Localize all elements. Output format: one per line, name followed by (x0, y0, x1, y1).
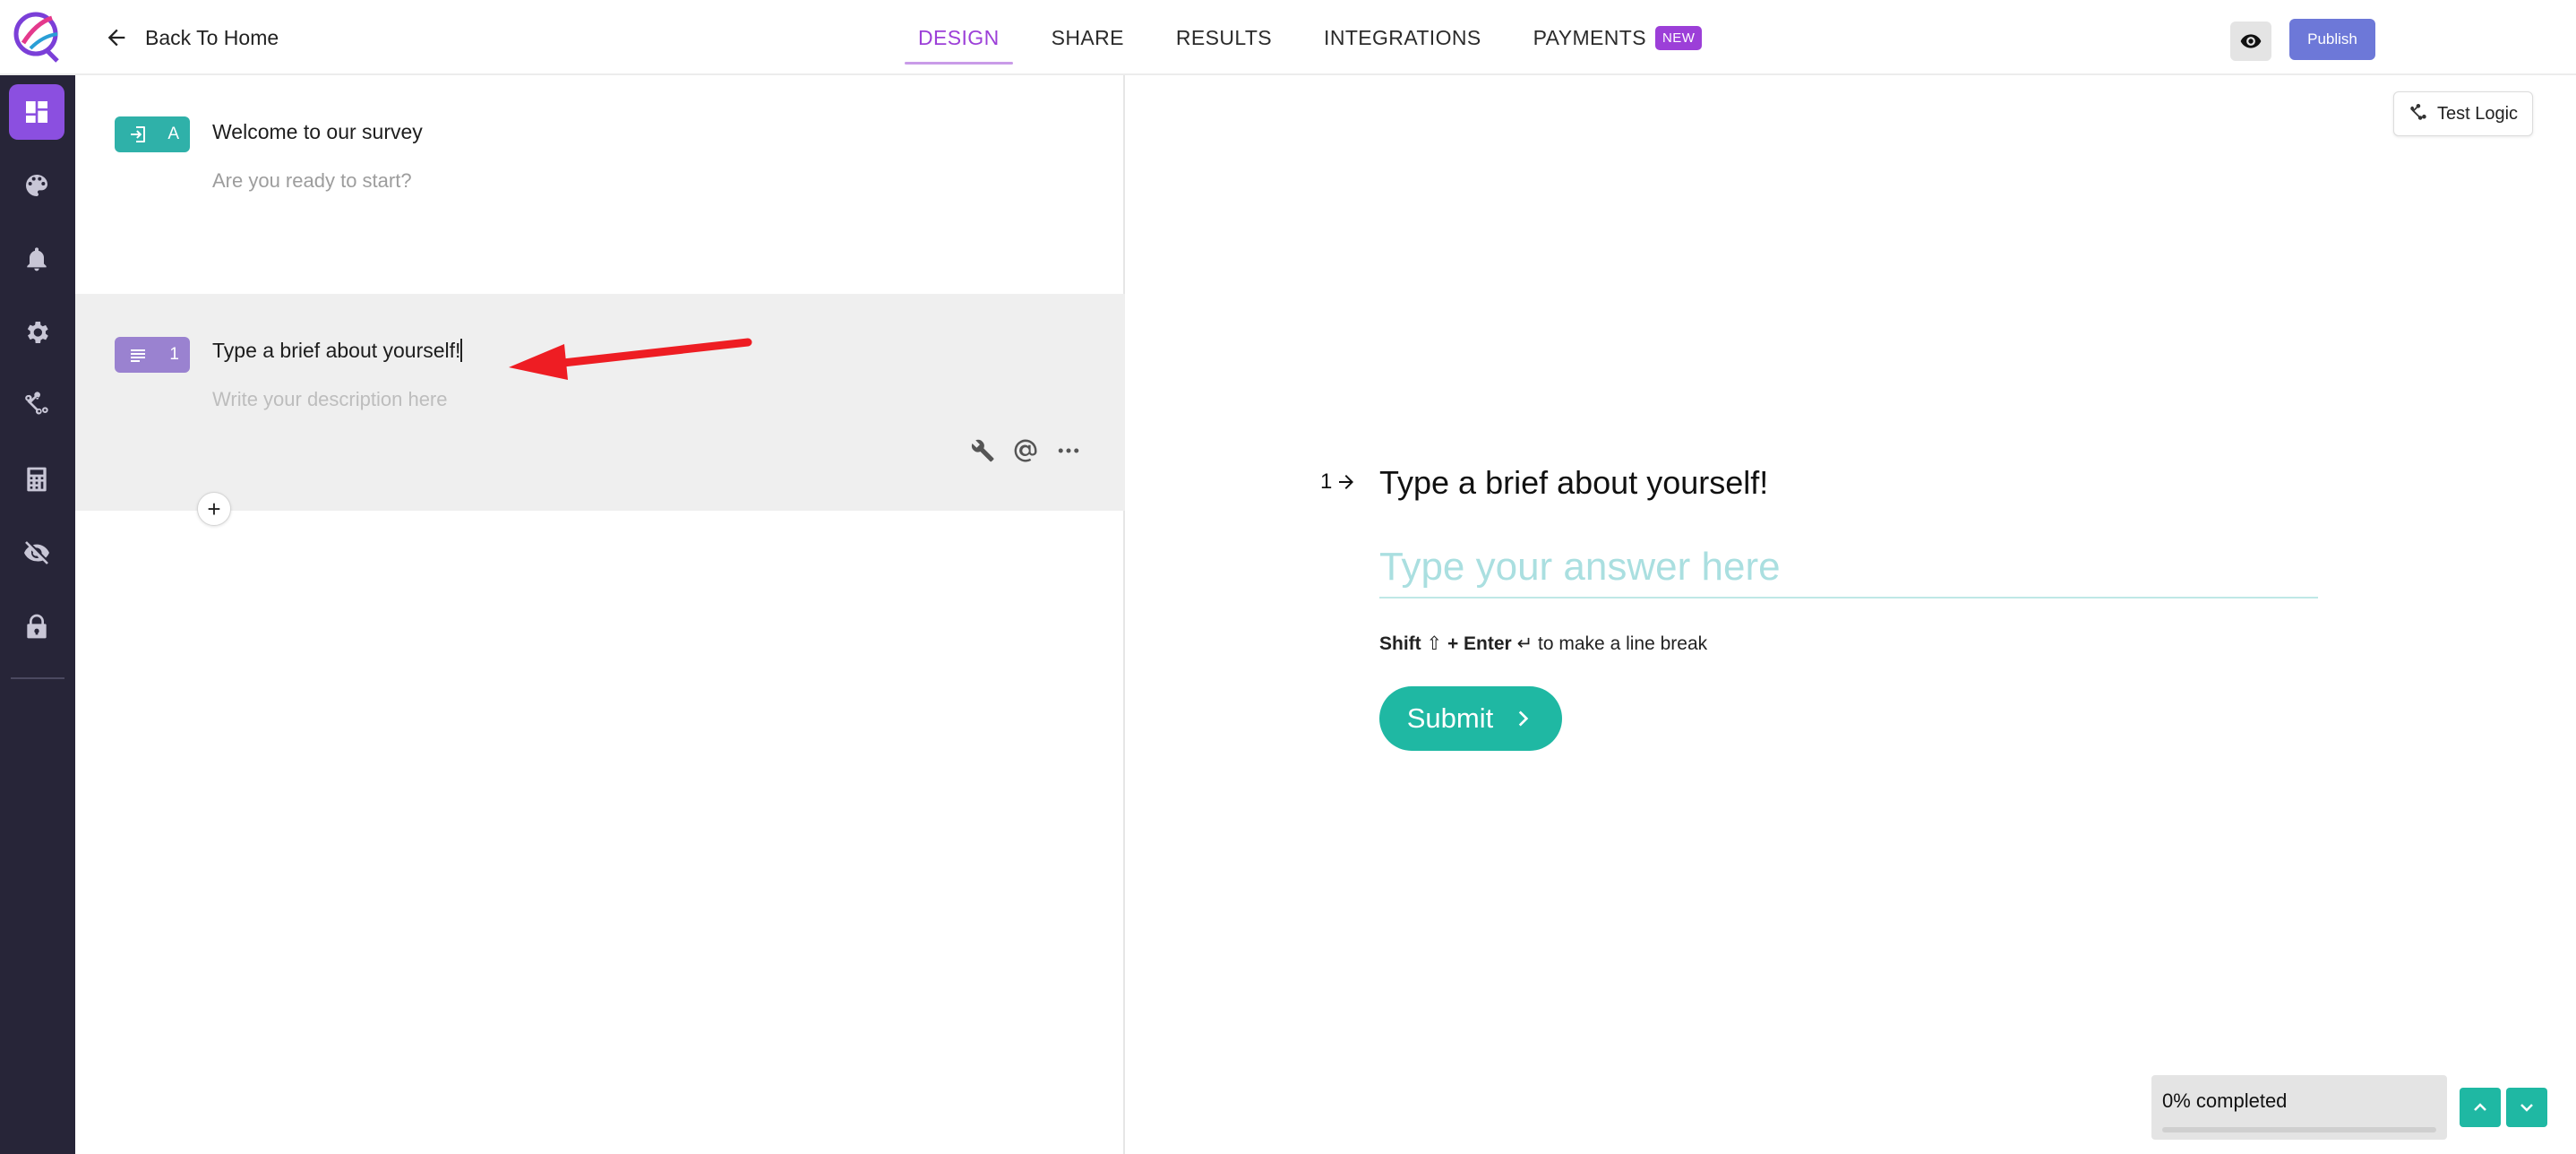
tab-design-label: DESIGN (918, 25, 1000, 49)
progress-indicator: 0% completed (2151, 1075, 2447, 1140)
app-logo[interactable] (11, 7, 63, 65)
question-title-input[interactable]: Type a brief about yourself! (212, 339, 463, 363)
calculator-icon (27, 467, 47, 492)
question-block-1[interactable]: 1 Type a brief about yourself! Write you… (75, 294, 1125, 511)
line-break-hint: Shift ⇧ + Enter ↵ to make a line break (1379, 633, 1707, 655)
preview-eye-button[interactable] (2230, 22, 2271, 61)
wrench-icon[interactable] (967, 435, 998, 466)
welcome-screen-block[interactable]: A Welcome to our survey Are you ready to… (75, 75, 1125, 294)
sidebar-divider (11, 677, 64, 679)
lock-icon (27, 614, 47, 639)
sidebar-item-calculator[interactable] (9, 452, 64, 507)
question-tag: 1 (115, 337, 190, 373)
bell-icon (27, 247, 47, 271)
submit-button[interactable]: Submit (1379, 686, 1562, 751)
dashboard-icon (26, 101, 47, 123)
sidebar-item-dashboard[interactable] (9, 84, 64, 140)
sidebar-item-hidden-fields[interactable] (9, 525, 64, 581)
sidebar-item-notifications[interactable] (9, 231, 64, 287)
preview-question-number: 1 (1320, 469, 1357, 495)
welcome-description[interactable]: Are you ready to start? (212, 169, 412, 193)
text-caret (460, 339, 463, 362)
tab-share[interactable]: SHARE (1038, 0, 1138, 75)
at-mention-icon[interactable] (1010, 435, 1041, 466)
preview-answer-input[interactable] (1379, 538, 2318, 599)
editor-panel: A Welcome to our survey Are you ready to… (75, 75, 1125, 1154)
back-to-home-link[interactable]: Back To Home (104, 22, 279, 54)
logic-flow-icon (25, 392, 48, 415)
tab-payments-label: PAYMENTS (1533, 25, 1646, 49)
gear-icon (27, 322, 48, 343)
enter-icon: ↵ (1516, 633, 1533, 654)
long-text-icon (131, 349, 145, 362)
top-bar: Back To Home DESIGN SHARE RESULTS INTEGR… (0, 0, 2576, 75)
hint-shift: Shift (1379, 633, 1421, 654)
logic-branch-icon (2410, 104, 2426, 120)
test-logic-button[interactable]: Test Logic (2393, 91, 2533, 136)
new-badge: NEW (1654, 25, 1703, 50)
progress-track (2162, 1127, 2436, 1132)
question-description-input[interactable]: Write your description here (212, 388, 448, 411)
welcome-tag-letter: A (167, 125, 179, 143)
sidebar-item-settings[interactable] (9, 305, 64, 360)
tab-design[interactable]: DESIGN (905, 0, 1013, 75)
tab-share-label: SHARE (1051, 25, 1124, 49)
tab-integrations-label: INTEGRATIONS (1324, 25, 1481, 49)
shift-icon: ⇧ (1426, 633, 1443, 654)
previous-question-button[interactable] (2460, 1088, 2501, 1127)
eye-off-icon (24, 541, 49, 564)
hint-enter: + Enter (1447, 633, 1512, 654)
tab-payments[interactable]: PAYMENTS NEW (1520, 0, 1716, 75)
chevron-down-icon (2520, 1104, 2533, 1112)
nav-tabs: DESIGN SHARE RESULTS INTEGRATIONS PAYMEN… (905, 0, 1740, 75)
sidebar-item-access[interactable] (9, 599, 64, 654)
more-options-icon[interactable] (1053, 435, 1084, 466)
progress-label: 0% completed (2162, 1089, 2288, 1112)
hint-rest: to make a line break (1538, 633, 1708, 654)
tab-results-label: RESULTS (1175, 25, 1273, 49)
welcome-tag: A (115, 116, 190, 152)
chevron-right-icon (1519, 710, 1529, 727)
next-question-button[interactable] (2506, 1088, 2547, 1127)
left-sidebar (0, 75, 75, 1154)
welcome-title[interactable]: Welcome to our survey (212, 120, 423, 144)
arrow-right-icon (1339, 475, 1354, 489)
chevron-up-icon (2474, 1103, 2486, 1111)
sidebar-item-theme[interactable] (9, 158, 64, 213)
eye-icon (2240, 34, 2262, 48)
tab-integrations[interactable]: INTEGRATIONS (1310, 0, 1495, 75)
back-label: Back To Home (145, 25, 279, 49)
test-logic-label: Test Logic (2436, 103, 2519, 124)
publish-button[interactable]: Publish (2289, 19, 2375, 60)
enter-screen-icon (131, 126, 145, 142)
arrow-left-icon (107, 29, 125, 47)
question-title-text: Type a brief about yourself! (212, 339, 461, 362)
preview-number-text: 1 (1320, 469, 1333, 494)
preview-question-title: Type a brief about yourself! (1379, 464, 1769, 501)
question-tools (967, 435, 1084, 466)
add-question-button[interactable]: + (197, 492, 231, 526)
tab-results[interactable]: RESULTS (1163, 0, 1285, 75)
palette-icon (26, 175, 47, 196)
question-tag-number: 1 (169, 345, 179, 364)
submit-label: Submit (1406, 702, 1494, 734)
sidebar-item-logic[interactable] (9, 378, 64, 434)
preview-panel: Test Logic 1 Type a brief about yourself… (1125, 75, 2576, 1154)
